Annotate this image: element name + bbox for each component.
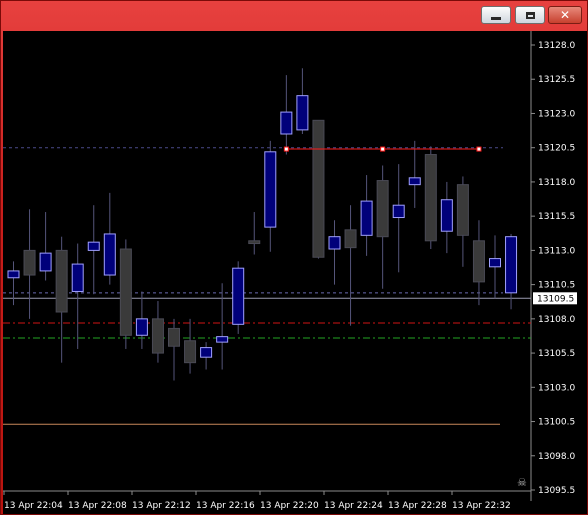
price-tick-label: 13100.5: [538, 418, 575, 428]
candle: [151, 301, 164, 363]
close-icon: ✕: [559, 8, 571, 22]
close-button[interactable]: ✕: [548, 6, 582, 24]
time-tick-label: 13 Apr 22:20: [260, 501, 319, 511]
candle: [344, 205, 357, 326]
bullish-candle-body: [200, 347, 213, 358]
bullish-candle-body: [232, 267, 245, 325]
bullish-candle-body: [103, 233, 116, 276]
candle: [248, 212, 261, 255]
bearish-candle-body: [119, 248, 132, 336]
price-tick-label: 13108.0: [538, 315, 575, 325]
bullish-candle-body: [489, 258, 501, 268]
candle: [360, 175, 373, 256]
candle: [216, 283, 229, 370]
candle: [424, 146, 437, 250]
price-tick-label: 13115.5: [538, 212, 575, 222]
bearish-candle-body: [424, 154, 437, 242]
candle: [55, 236, 68, 363]
minimize-icon: [491, 16, 501, 20]
bullish-candle-body: [505, 236, 518, 294]
candle: [232, 261, 245, 334]
candle: [456, 176, 469, 267]
candle: [184, 318, 197, 374]
title-bar[interactable]: ✕: [1, 1, 588, 31]
bullish-candle-body: [296, 95, 309, 131]
bearish-candle-body: [344, 229, 357, 249]
trendline-handle: [380, 146, 386, 152]
price-tick-label: 13128.0: [538, 41, 575, 51]
candle: [328, 220, 341, 285]
price-tick-label: 13123.0: [538, 109, 575, 119]
bullish-candle-body: [280, 111, 293, 135]
bullish-candle-body: [392, 204, 405, 219]
candle: [472, 220, 485, 306]
candle: [39, 212, 52, 281]
candle: [135, 291, 148, 349]
bearish-candle-body: [248, 240, 261, 245]
candle: [87, 205, 100, 295]
maximize-button[interactable]: [515, 6, 545, 24]
time-tick-label: 13 Apr 22:32: [452, 501, 511, 511]
time-tick-label: 13 Apr 22:04: [4, 501, 63, 511]
current-price-label: 13109.5: [537, 294, 574, 304]
bearish-candle-body: [456, 184, 469, 236]
maximize-icon: [525, 11, 535, 19]
price-tick-label: 13120.5: [538, 144, 575, 154]
price-tick-label: 13105.5: [538, 349, 575, 359]
bearish-candle-body: [55, 249, 68, 313]
bullish-candle-body: [264, 151, 277, 228]
bullish-candle-body: [440, 199, 453, 232]
bearish-candle-body: [23, 249, 36, 276]
trendline-handle: [283, 146, 289, 152]
price-tick-label: 13118.0: [538, 178, 575, 188]
candle: [376, 165, 389, 289]
bearish-candle-body: [312, 119, 325, 258]
candle: [71, 243, 84, 349]
candle: [200, 342, 213, 370]
time-tick-label: 13 Apr 22:12: [132, 501, 191, 511]
candle: [440, 181, 453, 254]
skull-icon: ☠: [517, 476, 527, 489]
candle: [168, 318, 180, 381]
bullish-candle-body: [87, 241, 100, 251]
price-tick-label: 13125.5: [538, 75, 575, 85]
bullish-candle-body: [135, 318, 148, 336]
time-tick-label: 13 Apr 22:08: [68, 501, 127, 511]
price-tick-label: 13095.5: [538, 486, 575, 496]
price-tick-label: 13113.0: [538, 246, 575, 256]
bullish-candle-body: [71, 263, 84, 292]
bearish-candle-body: [184, 340, 197, 364]
bearish-candle-body: [151, 318, 164, 354]
price-tick-label: 13098.0: [538, 452, 575, 462]
price-tick-label: 13110.5: [538, 281, 575, 291]
candle: [103, 192, 116, 285]
bearish-candle-body: [376, 180, 389, 238]
candle: [119, 239, 132, 349]
time-tick-label: 13 Apr 22:28: [388, 501, 447, 511]
chart-window: ✕ 13128.0 13125.5 13123.0 13120.5 13118.0 131…: [0, 0, 588, 515]
minimize-button[interactable]: [481, 6, 511, 24]
bullish-candle-body: [7, 270, 20, 279]
candle: [23, 209, 36, 319]
bullish-candle-body: [216, 336, 229, 343]
candle: [264, 140, 277, 252]
bullish-candle-body: [328, 236, 341, 250]
time-tick-label: 13 Apr 22:24: [324, 501, 383, 511]
bullish-candle-body: [408, 177, 421, 186]
candle: [408, 140, 421, 208]
candle: [280, 75, 293, 155]
price-tick-label: 13103.0: [538, 383, 575, 393]
candle: [296, 68, 309, 134]
chart-canvas[interactable]: 13128.0 13125.5 13123.0 13120.5 13118.0 13115…: [3, 31, 587, 514]
candle: [392, 164, 405, 273]
bearish-candle-body: [168, 327, 180, 347]
bullish-candle-body: [360, 200, 373, 236]
bullish-candle-body: [39, 252, 52, 272]
bearish-candle-body: [472, 240, 485, 283]
trendline-handle: [476, 146, 482, 152]
time-tick-label: 13 Apr 22:16: [196, 501, 255, 511]
candle: [312, 119, 325, 259]
candle: [489, 235, 501, 299]
price-chart[interactable]: 13128.0 13125.5 13123.0 13120.5 13118.0 13115…: [3, 31, 587, 514]
